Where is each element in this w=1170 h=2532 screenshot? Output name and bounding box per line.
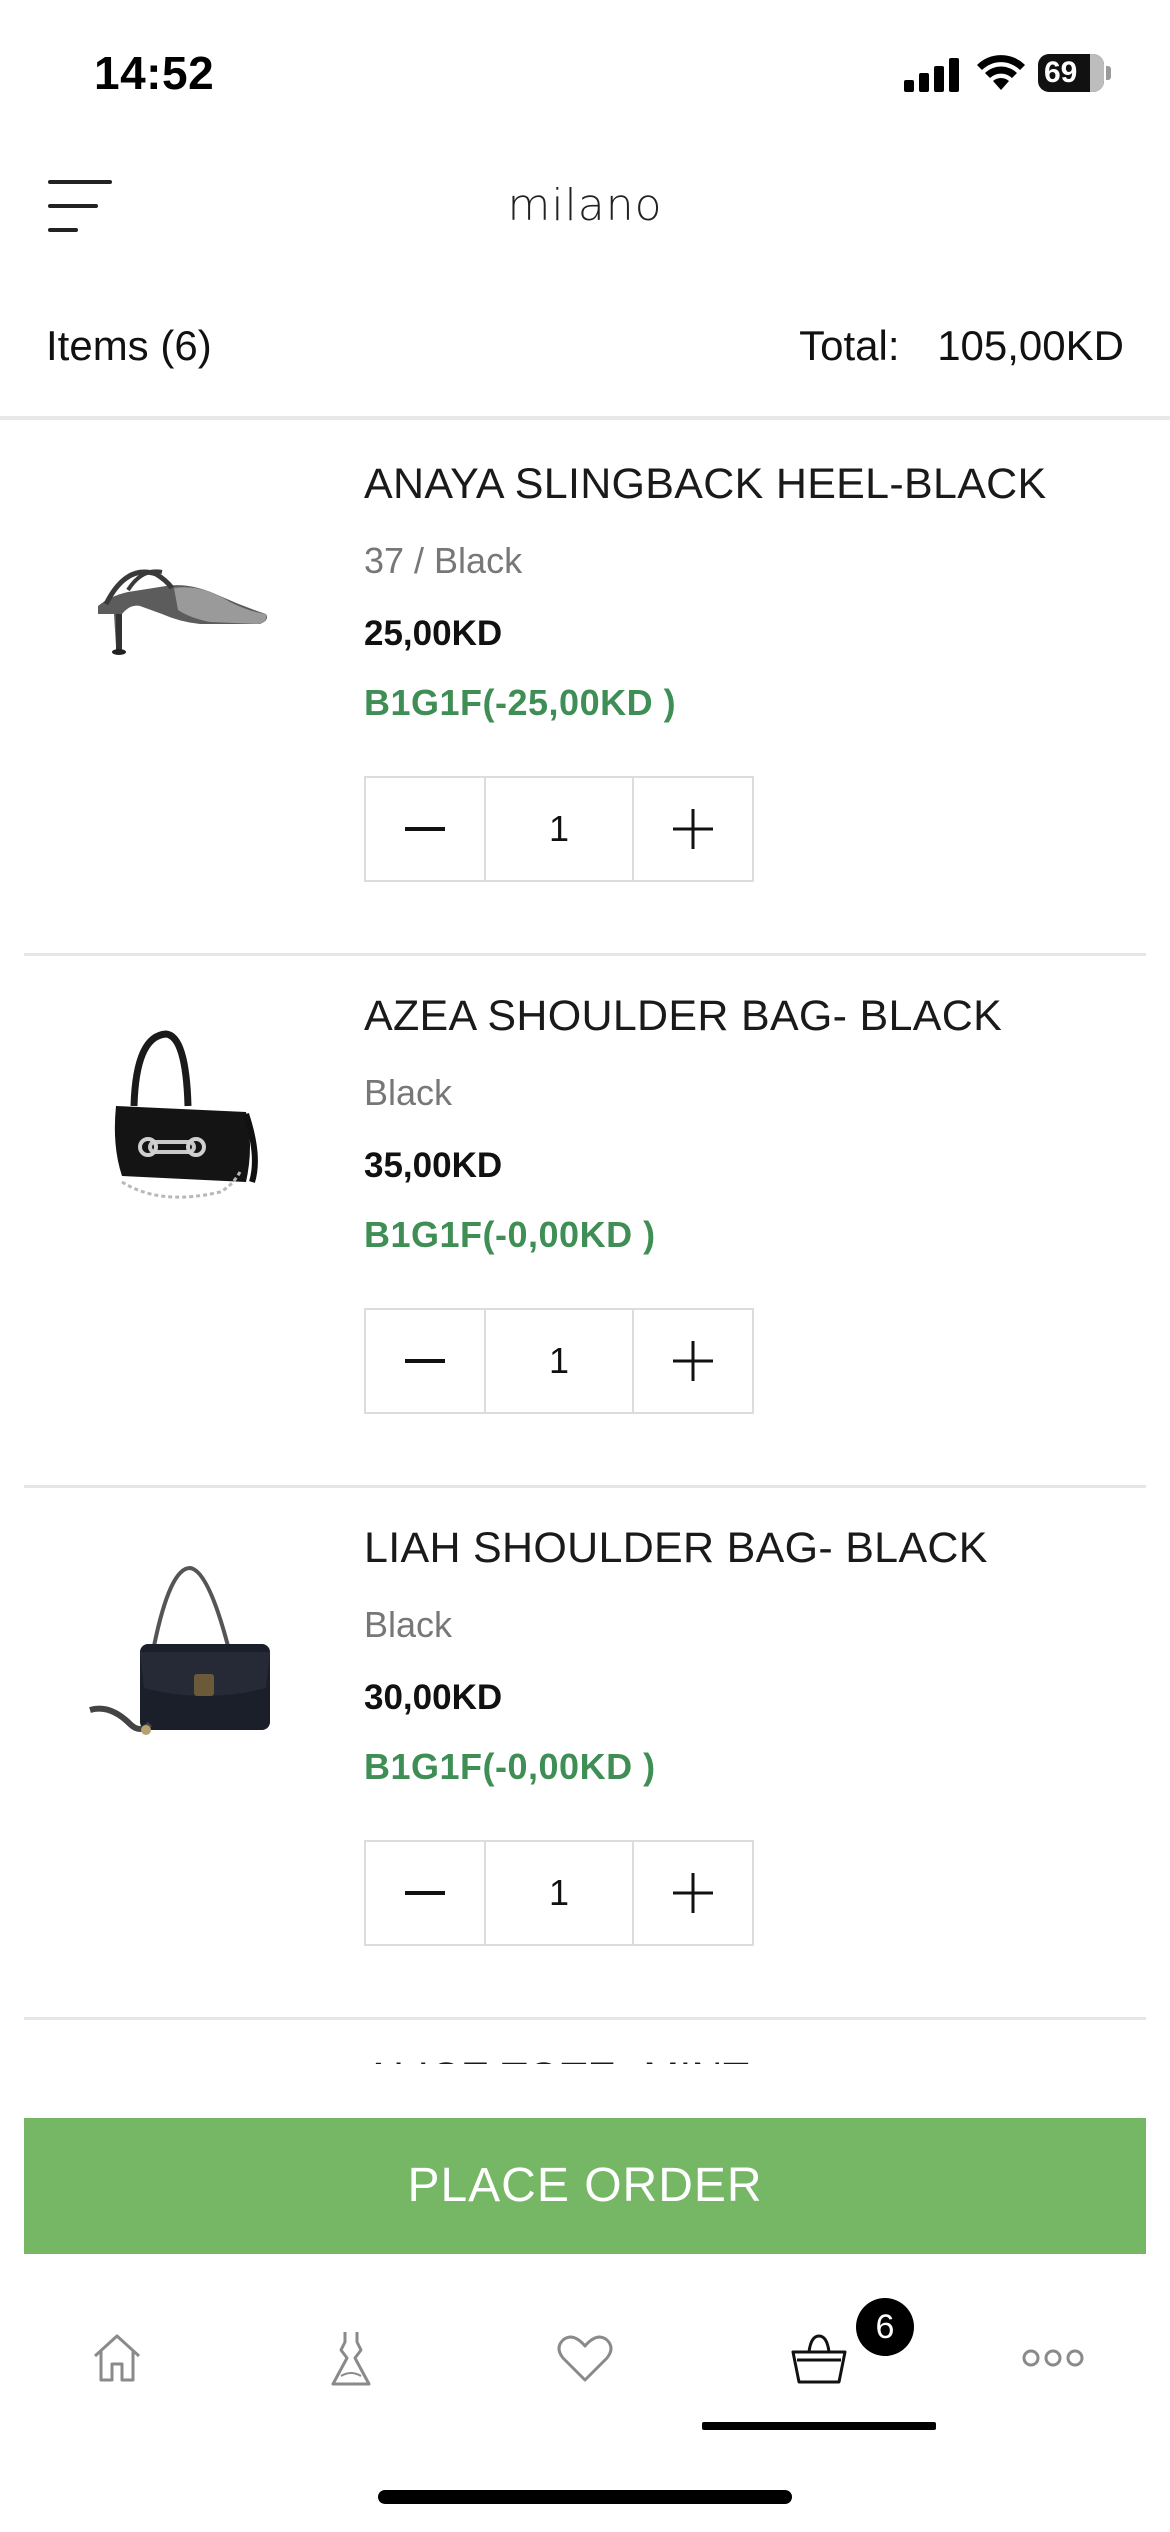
slingback-heel-image[interactable] xyxy=(70,464,290,704)
items-count: Items (6) xyxy=(46,322,212,369)
more-icon xyxy=(1022,2349,1084,2367)
plus-icon xyxy=(673,809,713,849)
cart-badge: 6 xyxy=(856,2298,914,2356)
total-value: 105,00KD xyxy=(937,322,1124,369)
quantity-stepper: 1 xyxy=(364,776,754,882)
item-promo: B1G1F(-25,00KD ) xyxy=(364,682,677,723)
tab-categories[interactable] xyxy=(234,2270,468,2440)
plus-icon xyxy=(673,1873,713,1913)
battery-icon: 69 xyxy=(1038,54,1111,92)
cellular-signal-icon xyxy=(904,58,960,92)
cart-item: ANAYA SLINGBACK HEEL-BLACK 37 / Black 25… xyxy=(24,424,1146,956)
item-name[interactable]: ANAYA SLINGBACK HEEL-BLACK xyxy=(364,460,1047,509)
dress-icon xyxy=(331,2332,371,2386)
decrease-quantity-button[interactable] xyxy=(366,1310,484,1412)
plus-icon xyxy=(673,1341,713,1381)
battery-level: 69 xyxy=(1044,56,1078,89)
item-variant: Black xyxy=(364,1072,453,1113)
cart-item: AZEA SHOULDER BAG- BLACK Black 35,00KD B… xyxy=(24,956,1146,1488)
tab-wishlist[interactable] xyxy=(468,2270,702,2440)
total-label: Total: xyxy=(799,322,900,369)
wifi-icon xyxy=(977,55,1025,90)
active-tab-indicator xyxy=(702,2422,936,2430)
increase-quantity-button[interactable] xyxy=(634,1842,752,1944)
home-icon xyxy=(93,2334,141,2382)
item-promo: B1G1F(-0,00KD ) xyxy=(364,1746,656,1787)
heart-icon xyxy=(557,2335,613,2382)
item-name[interactable]: LIAH SHOULDER BAG- BLACK xyxy=(364,1524,988,1573)
cart-item: LIAH SHOULDER BAG- BLACK Black 30,00KD B… xyxy=(24,1488,1146,2020)
cart-list[interactable]: ANAYA SLINGBACK HEEL-BLACK 37 / Black 25… xyxy=(0,424,1170,2064)
status-time: 14:52 xyxy=(94,47,215,99)
place-order-button[interactable]: PLACE ORDER xyxy=(24,2118,1146,2254)
item-variant: 37 / Black xyxy=(364,540,523,581)
tab-cart[interactable] xyxy=(702,2270,936,2440)
item-name[interactable]: ALICE TOTE- MINT xyxy=(364,2054,749,2064)
status-bar: 14:52 69 xyxy=(0,0,1170,150)
cart-summary: Items (6) Total: 105,00KD xyxy=(0,300,1170,420)
quantity-value: 1 xyxy=(484,1310,634,1412)
quantity-stepper: 1 xyxy=(364,1308,754,1414)
item-price: 30,00KD xyxy=(364,1678,503,1717)
home-indicator xyxy=(378,2490,792,2504)
item-price: 25,00KD xyxy=(364,614,503,653)
brand-logo[interactable]: milano xyxy=(0,180,1170,231)
increase-quantity-button[interactable] xyxy=(634,778,752,880)
item-name[interactable]: AZEA SHOULDER BAG- BLACK xyxy=(364,992,1002,1041)
tab-more[interactable] xyxy=(936,2270,1170,2440)
item-variant: Black xyxy=(364,1604,453,1645)
quantity-value: 1 xyxy=(484,1842,634,1944)
decrease-quantity-button[interactable] xyxy=(366,1842,484,1944)
minus-icon xyxy=(405,827,445,831)
increase-quantity-button[interactable] xyxy=(634,1310,752,1412)
item-price: 35,00KD xyxy=(364,1146,503,1185)
minus-icon xyxy=(405,1359,445,1363)
item-promo: B1G1F(-0,00KD ) xyxy=(364,1214,656,1255)
cart-total: Total: 105,00KD xyxy=(799,322,1124,370)
quantity-value: 1 xyxy=(484,778,634,880)
app-header: milano xyxy=(0,150,1170,260)
minus-icon xyxy=(405,1891,445,1895)
basket-icon xyxy=(791,2334,847,2384)
tab-home[interactable] xyxy=(0,2270,234,2440)
quantity-stepper: 1 xyxy=(364,1840,754,1946)
bottom-tab-bar xyxy=(0,2270,1170,2440)
decrease-quantity-button[interactable] xyxy=(366,778,484,880)
shoulder-bag-image[interactable] xyxy=(70,996,290,1236)
shoulder-bag-image[interactable] xyxy=(70,1528,290,1768)
